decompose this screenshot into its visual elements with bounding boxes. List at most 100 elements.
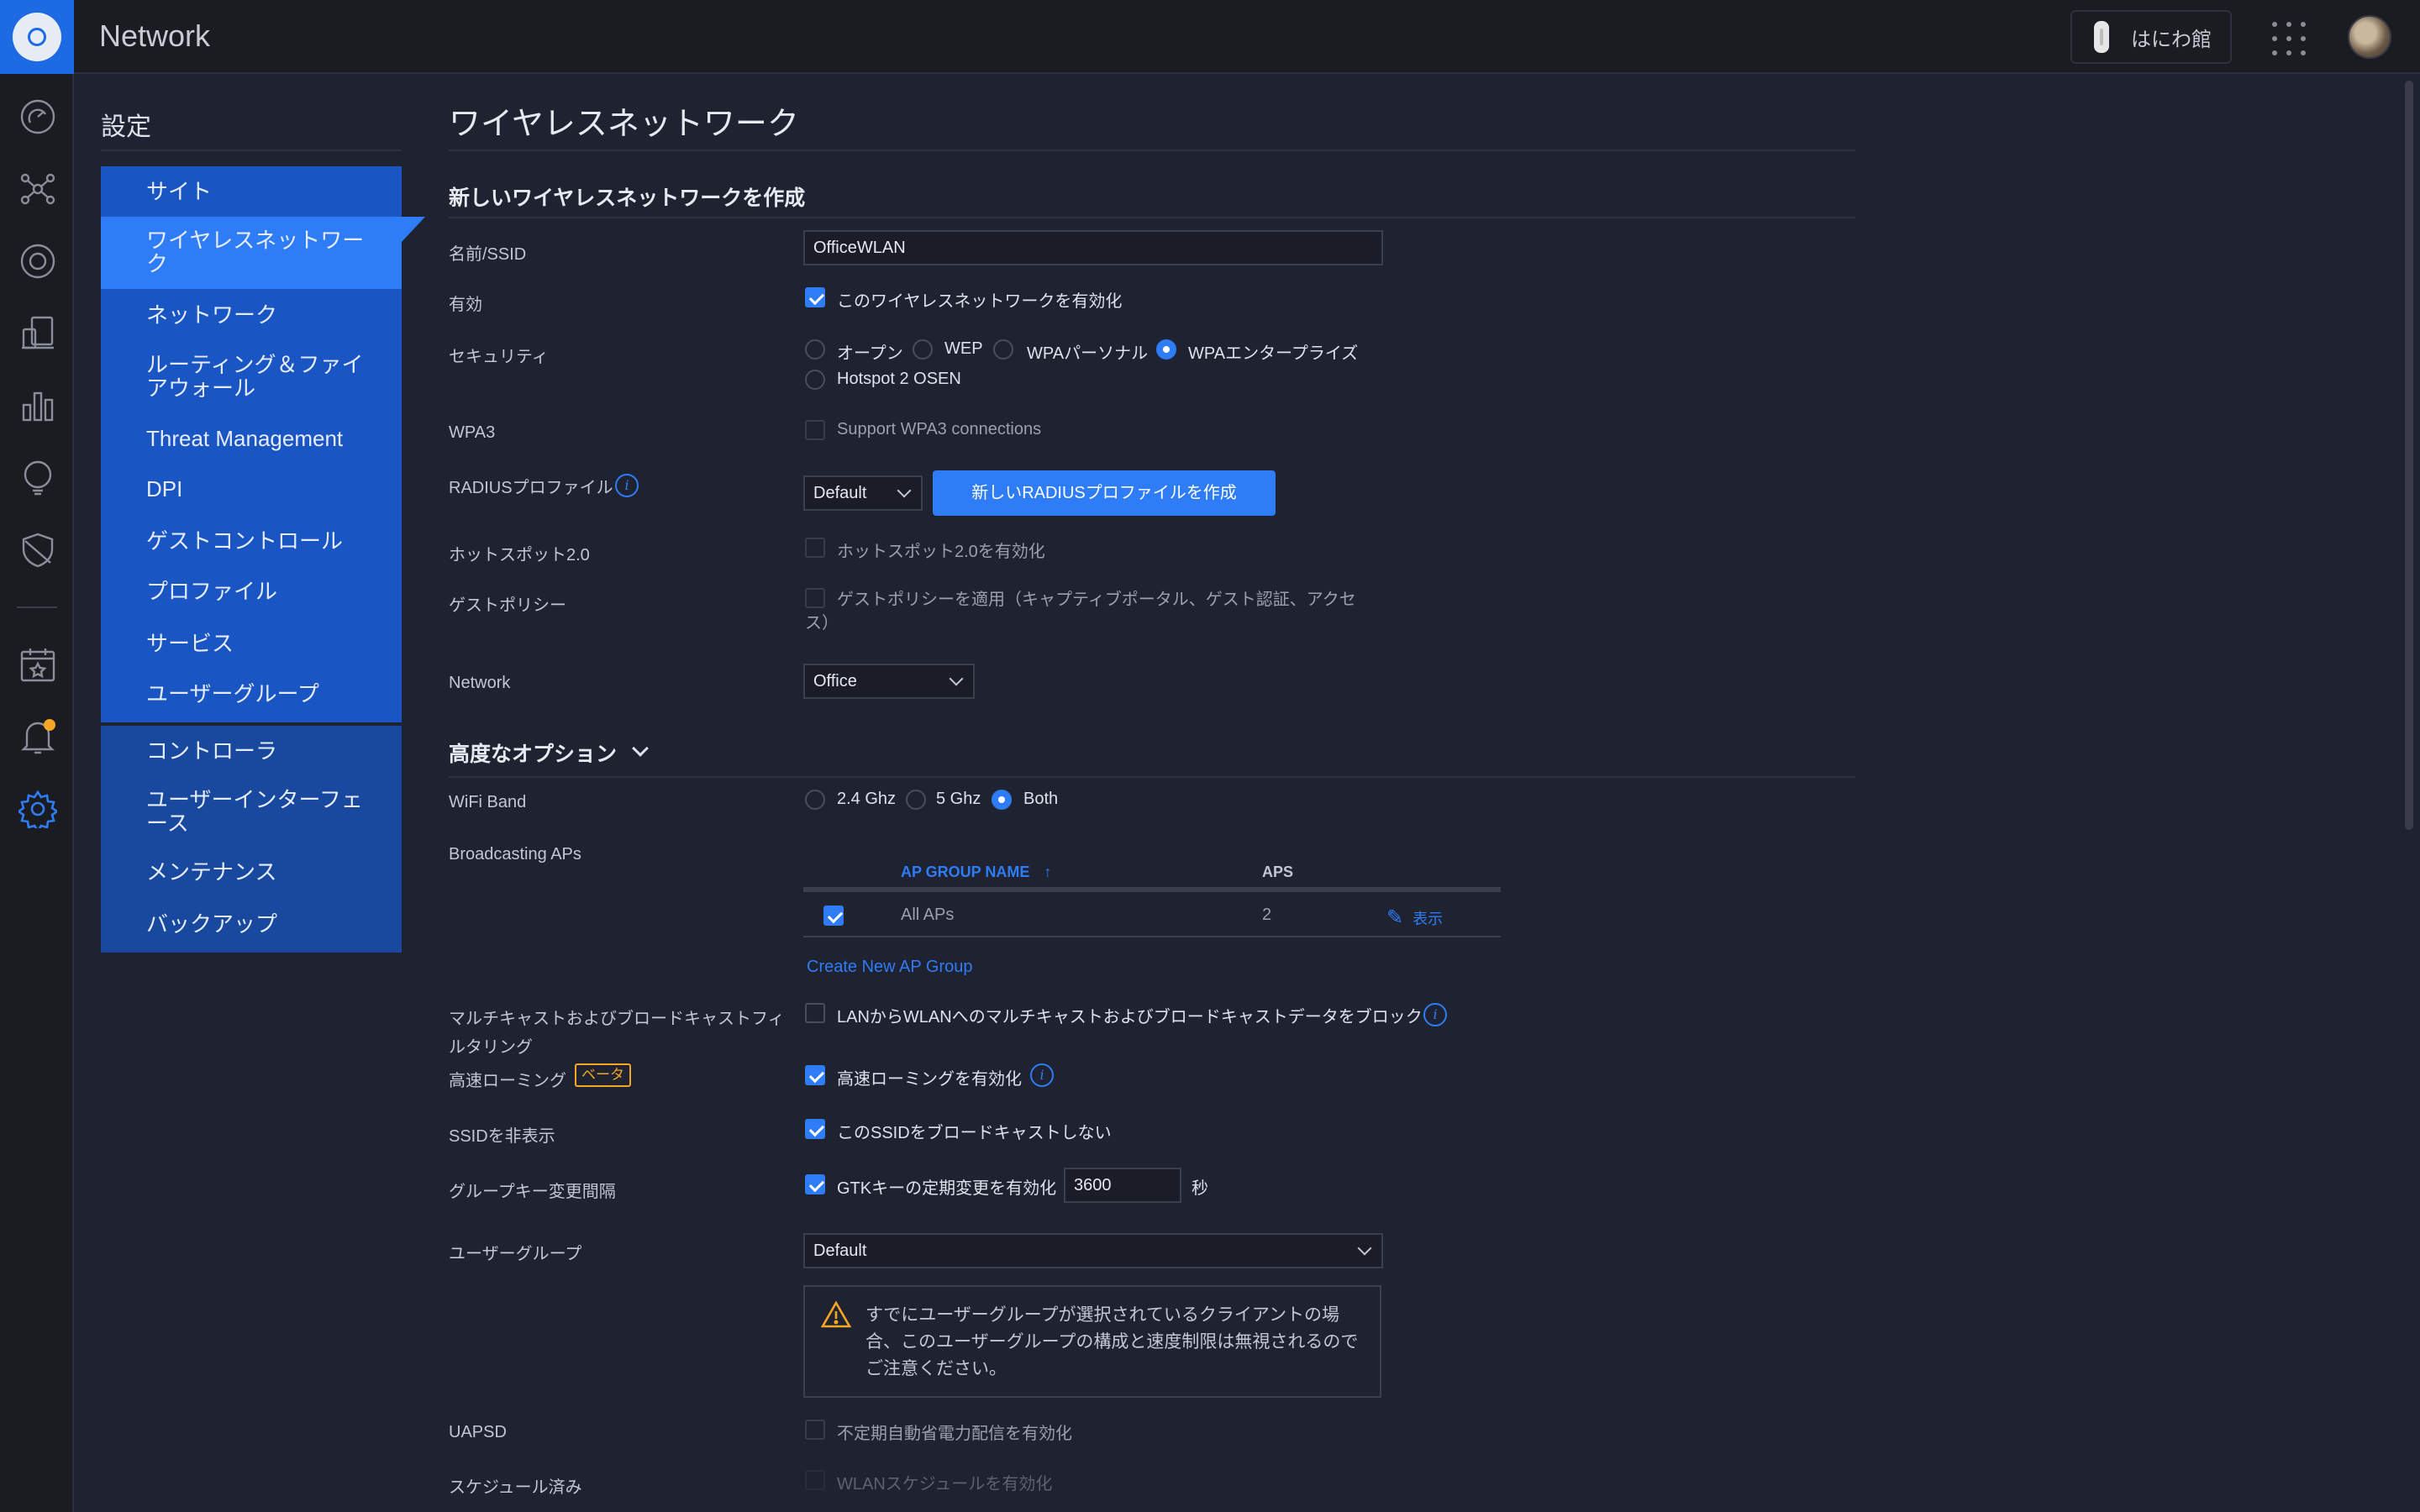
settings-nav-group-2: コントローラ ユーザーインターフェース メンテナンス バックアップ	[101, 726, 402, 953]
hide-ssid-checkbox[interactable]	[805, 1119, 825, 1139]
wpa3-checkbox[interactable]	[805, 420, 825, 440]
security-option-hotspot-osen: Hotspot 2 OSEN	[837, 370, 961, 388]
page-scrollbar[interactable]	[2405, 81, 2413, 830]
insights-icon[interactable]	[18, 459, 57, 497]
nav-item-user-interface[interactable]: ユーザーインターフェース	[101, 776, 402, 847]
nav-item-threat-management[interactable]: Threat Management	[101, 413, 402, 464]
fast-roaming-info-icon[interactable]: i	[1030, 1063, 1054, 1087]
radius-profile-label: RADIUSプロファイル	[449, 479, 613, 497]
create-ap-group-link[interactable]: Create New AP Group	[807, 958, 973, 977]
dashboard-icon[interactable]	[18, 97, 57, 136]
multicast-filtering-label: マルチキャストおよびブロードキャストフィルタリング	[449, 1010, 785, 1057]
apps-grid-icon[interactable]	[2272, 22, 2306, 55]
uapsd-checkbox[interactable]	[805, 1420, 825, 1440]
hotspot-label: ホットスポット2.0	[449, 546, 590, 564]
view-label: 表示	[1413, 911, 1444, 927]
gtk-interval-input[interactable]: 3600	[1064, 1168, 1181, 1203]
wifi-band-radio-both[interactable]	[992, 790, 1012, 810]
nav-item-dpi[interactable]: DPI	[101, 464, 402, 516]
settings-gear-icon[interactable]	[18, 790, 57, 828]
nav-item-routing-firewall[interactable]: ルーティング＆ファイアウォール	[101, 341, 402, 413]
schedule-checkbox[interactable]	[805, 1470, 825, 1490]
ap-group-name-header-label: AP GROUP NAME	[901, 864, 1030, 880]
wifi-band-option-5: 5 Ghz	[936, 790, 981, 808]
site-selector[interactable]: はにわ館	[2070, 10, 2232, 64]
chevron-down-icon	[897, 483, 912, 498]
page-title: ワイヤレスネットワーク	[449, 107, 799, 142]
security-option-open: オープン	[837, 344, 903, 363]
security-radio-wep[interactable]	[913, 339, 933, 360]
table-header-rule	[803, 887, 1501, 892]
security-radio-open[interactable]	[805, 339, 825, 360]
clients-icon[interactable]	[18, 314, 57, 353]
warning-text: すでにユーザーグループが選択されているクライアントの場合、このユーザーグループの…	[865, 1305, 1359, 1378]
schedule-checkbox-label: WLANスケジュールを有効化	[837, 1475, 1053, 1494]
wifi-band-radio-24[interactable]	[805, 790, 825, 810]
app-title: Network	[99, 18, 211, 53]
section-divider	[449, 217, 1855, 218]
wifi-band-option-both: Both	[1023, 790, 1059, 808]
nav-item-profiles[interactable]: プロファイル	[101, 566, 402, 618]
ssid-input[interactable]: OfficeWLAN	[803, 230, 1383, 265]
alerts-bell-icon[interactable]	[18, 717, 57, 756]
pencil-icon: ✎	[1386, 906, 1404, 929]
user-group-warning: すでにユーザーグループが選択されているクライアントの場合、このユーザーグループの…	[803, 1285, 1381, 1398]
left-rail	[0, 74, 74, 1512]
hide-ssid-checkbox-label: このSSIDをブロードキャストしない	[837, 1124, 1112, 1142]
chevron-down-icon	[949, 671, 964, 686]
radius-info-icon[interactable]: i	[615, 474, 639, 497]
topology-icon[interactable]	[18, 170, 57, 208]
ap-row-checkbox[interactable]	[823, 906, 844, 926]
multicast-info-icon[interactable]: i	[1423, 1003, 1447, 1026]
ap-group-name-header[interactable]: AP GROUP NAME ↑	[901, 864, 1051, 881]
advanced-options-toggle[interactable]: 高度なオプション	[449, 738, 649, 768]
nav-item-maintenance[interactable]: メンテナンス	[101, 847, 402, 899]
enabled-label: 有効	[449, 296, 482, 314]
uapsd-label: UAPSD	[449, 1423, 507, 1441]
radius-profile-value: Default	[813, 484, 867, 502]
multicast-checkbox[interactable]	[805, 1003, 825, 1023]
events-calendar-icon[interactable]	[18, 645, 57, 684]
title-divider	[449, 150, 1855, 151]
security-radio-hotspot-osen[interactable]	[805, 370, 825, 390]
security-radio-wpa-enterprise[interactable]	[1156, 339, 1176, 360]
nav-item-services[interactable]: サービス	[101, 618, 402, 669]
table-bottom-rule	[803, 936, 1501, 937]
nav-item-backup[interactable]: バックアップ	[101, 899, 402, 951]
user-group-select[interactable]: Default	[803, 1233, 1383, 1268]
gtk-unit-label: 秒	[1192, 1179, 1208, 1198]
nav-item-user-groups[interactable]: ユーザーグループ	[101, 669, 402, 722]
create-radius-profile-button[interactable]: 新しいRADIUSプロファイルを作成	[933, 470, 1276, 516]
network-select[interactable]: Office	[803, 664, 975, 699]
nav-item-site[interactable]: サイト	[101, 166, 402, 217]
threat-shield-icon[interactable]	[18, 531, 57, 570]
enabled-checkbox-label: このワイヤレスネットワークを有効化	[837, 292, 1123, 311]
section-create-title: 新しいワイヤレスネットワークを作成	[449, 186, 806, 210]
wifi-band-radio-5[interactable]	[906, 790, 926, 810]
devices-icon[interactable]	[18, 242, 57, 281]
nav-item-guest-control[interactable]: ゲストコントロール	[101, 516, 402, 566]
nav-item-wireless-networks[interactable]: ワイヤレスネットワーク	[101, 217, 425, 289]
user-avatar[interactable]	[2348, 15, 2391, 59]
fast-roaming-checkbox[interactable]	[805, 1065, 825, 1085]
wpa3-checkbox-label: Support WPA3 connections	[837, 420, 1042, 438]
nav-item-controller[interactable]: コントローラ	[101, 726, 402, 776]
security-radio-wpa-personal[interactable]	[993, 339, 1013, 360]
hotspot-checkbox[interactable]	[805, 538, 825, 558]
user-group-label: ユーザーグループ	[449, 1245, 582, 1263]
gtk-checkbox[interactable]	[805, 1174, 825, 1194]
chevron-down-icon	[1357, 1241, 1372, 1256]
radius-profile-select[interactable]: Default	[803, 475, 923, 511]
gtk-checkbox-label: GTKキーの定期変更を有効化	[837, 1179, 1057, 1198]
nav-item-networks[interactable]: ネットワーク	[101, 289, 402, 341]
view-ap-group-link[interactable]: ✎ 表示	[1386, 906, 1443, 930]
ubiquiti-logo-icon[interactable]	[0, 0, 74, 74]
security-option-wep: WEP	[944, 339, 983, 358]
rail-divider	[17, 606, 57, 608]
enabled-checkbox[interactable]	[805, 287, 825, 307]
aps-header: APS	[1262, 864, 1294, 880]
wpa3-label: WPA3	[449, 423, 496, 442]
beta-badge: ベータ	[575, 1063, 631, 1087]
statistics-icon[interactable]	[18, 386, 57, 425]
network-value: Office	[813, 672, 857, 690]
